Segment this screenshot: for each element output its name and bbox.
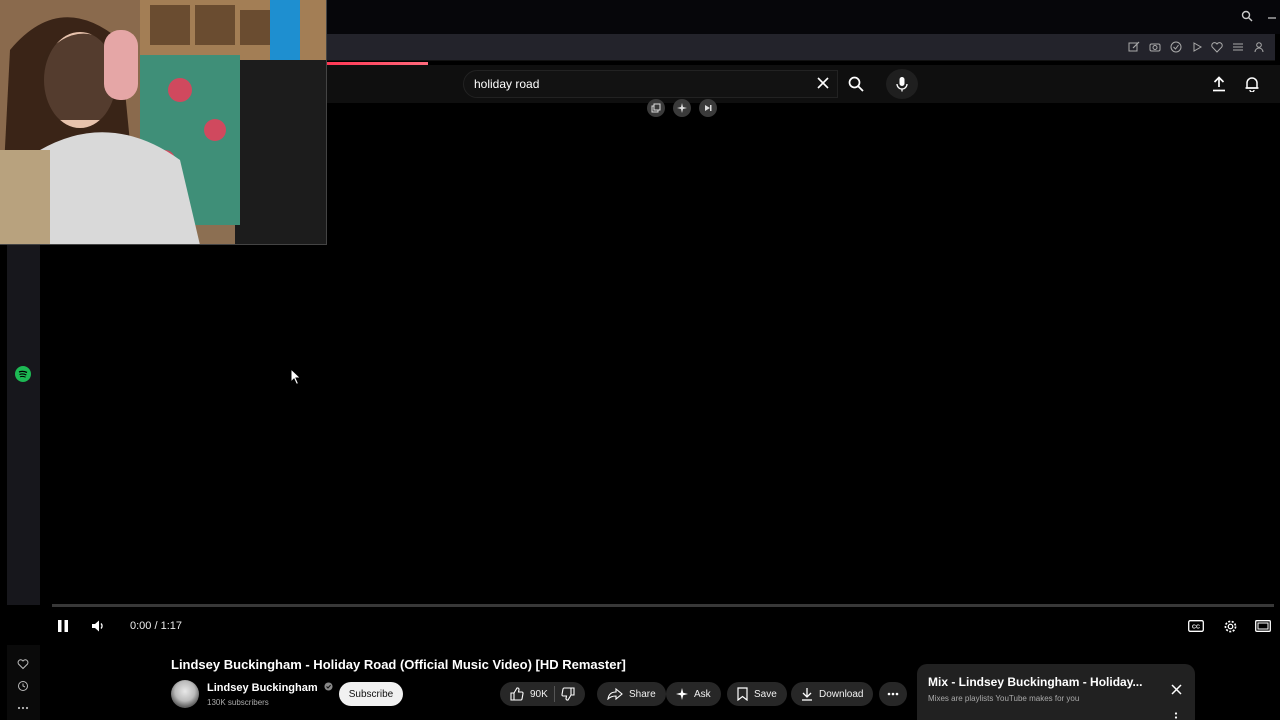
- theater-icon[interactable]: [1254, 618, 1272, 634]
- save-label: Save: [754, 688, 777, 700]
- copy-icon[interactable]: [647, 99, 665, 117]
- kebab-icon[interactable]: [1172, 712, 1180, 720]
- history-icon[interactable]: [15, 678, 31, 694]
- like-divider: [553, 686, 555, 702]
- sparkle-icon[interactable]: [673, 99, 691, 117]
- minimize-icon[interactable]: [1265, 8, 1279, 22]
- next-icon[interactable]: [699, 99, 717, 117]
- edit-icon[interactable]: [1127, 40, 1141, 54]
- play-icon[interactable]: [1190, 40, 1204, 54]
- volume-icon[interactable]: [90, 618, 106, 634]
- channel-name-row[interactable]: Lindsey Buckingham: [207, 682, 333, 694]
- like-count: 90K: [530, 688, 548, 700]
- pause-icon[interactable]: [55, 618, 71, 634]
- svg-text:CC: CC: [1192, 624, 1200, 630]
- download-label: Download: [819, 688, 864, 700]
- heart-icon[interactable]: [1210, 40, 1224, 54]
- bookmark-icon: [737, 687, 748, 701]
- player-overlay-icons: [647, 99, 717, 117]
- like-button[interactable]: 90K: [510, 687, 548, 701]
- more-icon: [887, 692, 899, 696]
- mix-title[interactable]: Mix - Lindsey Buckingham - Holiday...: [928, 675, 1142, 689]
- search-query[interactable]: holiday road: [474, 77, 539, 91]
- mouse-cursor-icon: [290, 367, 302, 391]
- dislike-button[interactable]: [561, 687, 575, 701]
- shield-icon[interactable]: [1169, 40, 1183, 54]
- search-icon[interactable]: [1240, 10, 1254, 24]
- captions-icon[interactable]: CC: [1187, 618, 1205, 634]
- download-button[interactable]: Download: [791, 682, 874, 706]
- subscribe-button[interactable]: Subscribe: [339, 682, 403, 706]
- download-icon: [802, 688, 812, 701]
- close-icon[interactable]: [1169, 682, 1183, 696]
- video-title: Lindsey Buckingham - Holiday Road (Offic…: [171, 657, 626, 672]
- settings-icon[interactable]: [1221, 617, 1239, 635]
- spotify-icon[interactable]: [15, 366, 31, 382]
- subscriber-count: 130K subscribers: [207, 698, 269, 707]
- share-label: Share: [629, 688, 656, 700]
- clear-icon[interactable]: [815, 75, 831, 91]
- menu-icon[interactable]: [1231, 40, 1245, 54]
- channel-name[interactable]: Lindsey Buckingham: [207, 682, 318, 694]
- time-display: 0:00 / 1:17: [130, 620, 182, 632]
- webcam-overlay: [0, 0, 327, 245]
- heart-icon[interactable]: [15, 656, 31, 672]
- ask-button[interactable]: Ask: [666, 682, 721, 706]
- upload-icon[interactable]: [1209, 74, 1229, 94]
- sidebar-rail-lower: [7, 645, 40, 720]
- mic-icon: [896, 77, 908, 92]
- sparkle-icon: [676, 688, 688, 700]
- save-button[interactable]: Save: [727, 682, 787, 706]
- camera-icon[interactable]: [1148, 40, 1162, 54]
- voice-search-button[interactable]: [886, 69, 918, 99]
- mix-playlist-panel: Mix - Lindsey Buckingham - Holiday... Mi…: [917, 664, 1195, 720]
- verified-icon: [324, 682, 333, 694]
- mix-subtitle: Mixes are playlists YouTube makes for yo…: [928, 694, 1080, 703]
- ask-label: Ask: [694, 688, 711, 700]
- more-actions-button[interactable]: [879, 682, 907, 706]
- dislike-icon: [561, 687, 575, 701]
- like-icon: [510, 687, 524, 701]
- search-icon[interactable]: [846, 74, 866, 94]
- profile-icon[interactable]: [1252, 40, 1266, 54]
- search-input[interactable]: holiday road: [463, 70, 838, 98]
- share-icon: [607, 688, 623, 700]
- sidebar-rail: [7, 245, 40, 605]
- player-controls: 0:00 / 1:17 CC: [40, 607, 1280, 645]
- bell-icon[interactable]: [1242, 74, 1262, 94]
- like-dislike-group: 90K: [500, 682, 585, 706]
- more-icon[interactable]: [15, 700, 31, 716]
- share-button[interactable]: Share: [597, 682, 666, 706]
- channel-avatar[interactable]: [171, 680, 199, 708]
